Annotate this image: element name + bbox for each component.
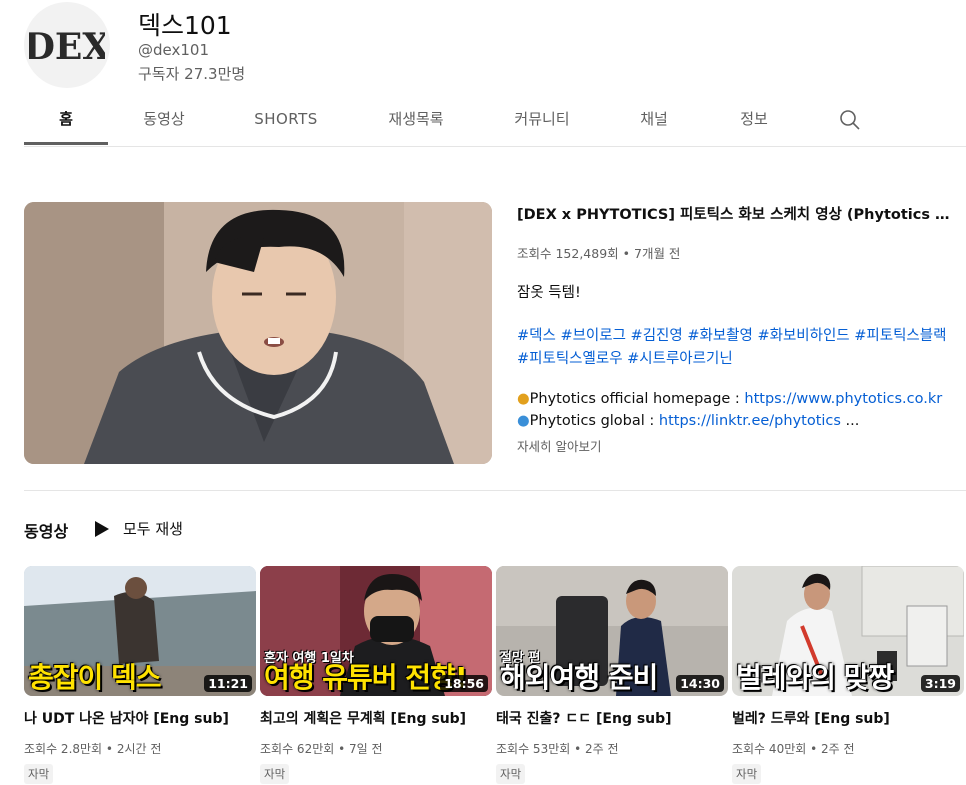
play-all-button[interactable]: 모두 재생 bbox=[94, 518, 183, 539]
subtitle-badge: 자막 bbox=[732, 764, 762, 784]
ellipsis: ... bbox=[840, 413, 860, 429]
channel-name: 덱스101 bbox=[138, 11, 232, 40]
videos-section-title[interactable]: 동영상 bbox=[24, 518, 68, 542]
video-meta: 조회수 2.8만회 • 2시간 전 bbox=[24, 740, 256, 757]
channel-avatar[interactable]: DEX bbox=[24, 2, 110, 88]
meta-separator: • bbox=[570, 742, 586, 756]
featured-video-meta: 조회수 152,489회 • 7개월 전 bbox=[517, 243, 680, 262]
tab-about[interactable]: 정보 bbox=[712, 100, 796, 144]
video-views: 조회수 40만회 bbox=[732, 742, 807, 756]
channel-tabs: 홈 동영상 SHORTS 재생목록 커뮤니티 채널 정보 bbox=[24, 100, 966, 147]
tab-community[interactable]: 커뮤니티 bbox=[500, 100, 584, 144]
video-meta: 조회수 53만회 • 2주 전 bbox=[496, 740, 728, 757]
thumbnail-title-text: 벌레와의 맞짱 bbox=[736, 661, 894, 694]
video-title[interactable]: 태국 진출? ㄷㄷ [Eng sub] bbox=[496, 708, 728, 728]
dex-logo: DEX bbox=[29, 26, 105, 67]
thumbnail-title-text: 해외여행 준비 bbox=[500, 661, 658, 694]
subtitle-badge: 자막 bbox=[496, 764, 526, 784]
featured-hashtags-2[interactable]: #피토틱스옐로우 #시트루아르기닌 bbox=[517, 347, 733, 368]
video-thumbnail[interactable]: 혼자 여행 1일차 여행 유튜버 전향! 18:56 bbox=[260, 566, 492, 696]
read-more-link[interactable]: 자세히 알아보기 bbox=[517, 436, 601, 455]
globe-icon: ● bbox=[517, 413, 530, 429]
video-views: 조회수 2.8만회 bbox=[24, 742, 103, 756]
video-duration: 14:30 bbox=[676, 675, 724, 692]
global-link[interactable]: https://linktr.ee/phytotics bbox=[659, 413, 841, 429]
tab-playlists[interactable]: 재생목록 bbox=[374, 100, 458, 144]
video-title[interactable]: 최고의 계획은 무계획 [Eng sub] bbox=[260, 708, 492, 728]
homepage-line: ●Phytotics official homepage : https://w… bbox=[517, 391, 942, 407]
search-icon[interactable] bbox=[838, 108, 862, 132]
tab-videos[interactable]: 동영상 bbox=[122, 100, 206, 144]
featured-age: 7개월 전 bbox=[634, 246, 681, 261]
global-line: ●Phytotics global : https://linktr.ee/ph… bbox=[517, 413, 859, 429]
tab-channels[interactable]: 채널 bbox=[612, 100, 696, 144]
video-card[interactable]: 절망 편 해외여행 준비 14:30 태국 진출? ㄷㄷ [Eng sub] 조… bbox=[496, 566, 728, 784]
video-meta: 조회수 62만회 • 7일 전 bbox=[260, 740, 492, 757]
play-icon bbox=[95, 520, 109, 537]
featured-video-thumbnail[interactable] bbox=[24, 202, 492, 464]
subscriber-count: 구독자 27.3만명 bbox=[138, 65, 246, 83]
video-title[interactable]: 벌레? 드루와 [Eng sub] bbox=[732, 708, 964, 728]
section-divider bbox=[24, 490, 966, 491]
active-tab-indicator bbox=[24, 142, 108, 145]
dex-logo-text: DEX bbox=[29, 26, 105, 67]
featured-video-title[interactable]: [DEX x PHYTOTICS] 피토틱스 화보 스케치 영상 (Phytot… bbox=[517, 203, 957, 224]
subtitle-badge: 자막 bbox=[260, 764, 290, 784]
video-age: 7일 전 bbox=[349, 742, 383, 756]
video-views: 조회수 62만회 bbox=[260, 742, 335, 756]
tab-home[interactable]: 홈 bbox=[24, 100, 108, 144]
featured-views: 조회수 152,489회 bbox=[517, 246, 619, 261]
thumbnail-title-text: 여행 유튜버 전향! bbox=[264, 661, 468, 694]
pill-icon: ● bbox=[517, 391, 530, 407]
meta-separator: • bbox=[102, 742, 117, 756]
thumbnail-title-text: 총잡이 덱스 bbox=[28, 661, 162, 694]
featured-thumbnail-art bbox=[24, 202, 492, 464]
tab-shorts[interactable]: SHORTS bbox=[244, 100, 328, 144]
video-card[interactable]: 벌레와의 맞짱 3:19 벌레? 드루와 [Eng sub] 조회수 40만회 … bbox=[732, 566, 964, 784]
homepage-label: Phytotics official homepage : bbox=[529, 391, 745, 407]
video-meta: 조회수 40만회 • 2주 전 bbox=[732, 740, 964, 757]
video-card[interactable]: 총잡이 덱스 11:21 나 UDT 나온 남자야 [Eng sub] 조회수 … bbox=[24, 566, 256, 784]
video-thumbnail[interactable]: 벌레와의 맞짱 3:19 bbox=[732, 566, 964, 696]
video-duration: 3:19 bbox=[920, 675, 960, 692]
meta-separator: • bbox=[334, 742, 350, 756]
meta-separator: • bbox=[806, 742, 822, 756]
featured-hashtags-1[interactable]: #덱스 #브이로그 #김진영 #화보촬영 #화보비하인드 #피토틱스블랙 bbox=[517, 324, 946, 345]
meta-separator: • bbox=[618, 246, 634, 261]
video-thumbnail[interactable]: 절망 편 해외여행 준비 14:30 bbox=[496, 566, 728, 696]
video-age: 2시간 전 bbox=[116, 742, 162, 756]
subtitle-badge: 자막 bbox=[24, 764, 54, 784]
homepage-link[interactable]: https://www.phytotics.co.kr bbox=[744, 391, 942, 407]
channel-handle: @dex101 bbox=[138, 41, 209, 59]
play-all-label: 모두 재생 bbox=[123, 520, 183, 538]
video-age: 2주 전 bbox=[821, 742, 855, 756]
video-title[interactable]: 나 UDT 나온 남자야 [Eng sub] bbox=[24, 708, 256, 728]
video-views: 조회수 53만회 bbox=[496, 742, 571, 756]
video-duration: 18:56 bbox=[440, 675, 488, 692]
video-thumbnail[interactable]: 총잡이 덱스 11:21 bbox=[24, 566, 256, 696]
video-duration: 11:21 bbox=[204, 675, 252, 692]
global-label: Phytotics global : bbox=[529, 413, 659, 429]
video-card[interactable]: 혼자 여행 1일차 여행 유튜버 전향! 18:56 최고의 계획은 무계획 [… bbox=[260, 566, 492, 784]
featured-description: 잠옷 득템! bbox=[517, 285, 581, 301]
video-age: 2주 전 bbox=[585, 742, 619, 756]
